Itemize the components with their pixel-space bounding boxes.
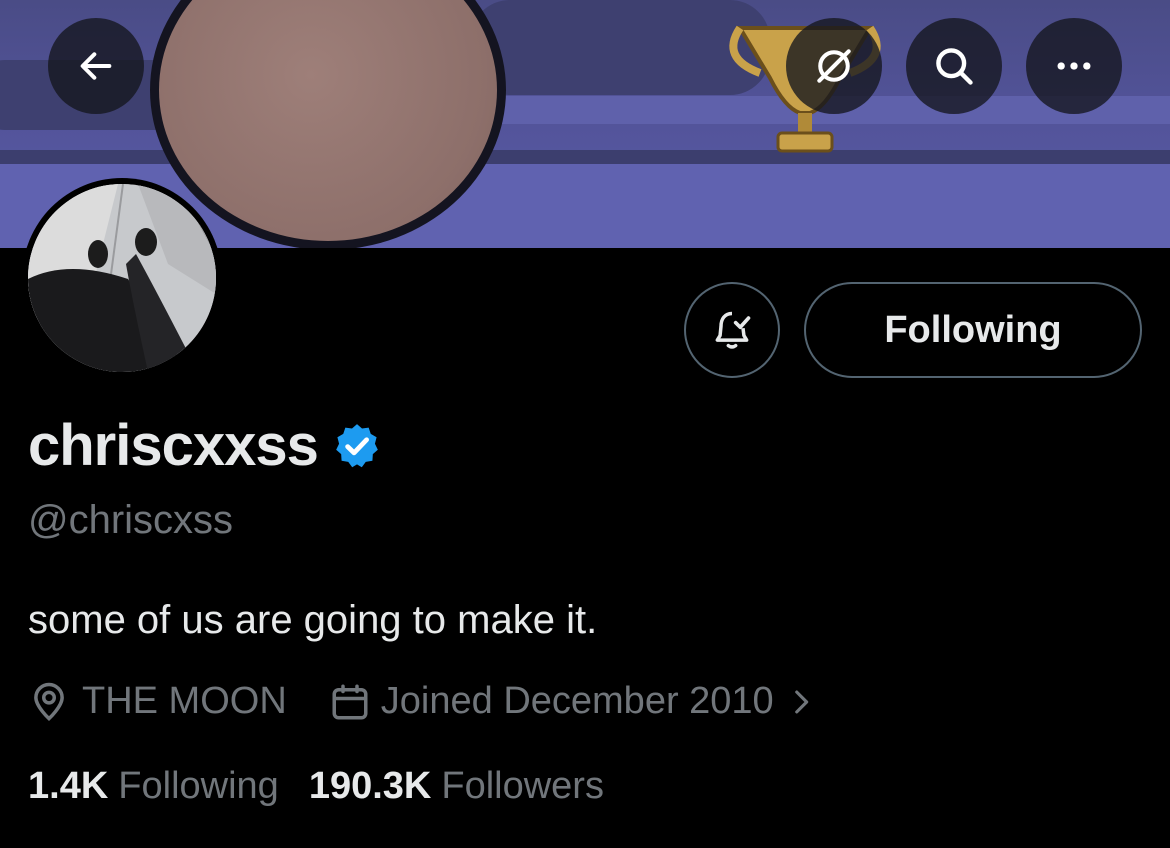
back-button[interactable] [48,18,144,114]
verified-badge-icon[interactable] [332,421,382,471]
followers-stat[interactable]: 190.3K Followers [309,765,604,808]
handle: @chriscxss [28,498,234,542]
followers-count: 190.3K [308,765,432,807]
avatar[interactable] [22,178,222,378]
avatar-image [28,184,216,372]
following-count: 1.4K [28,765,109,807]
location-pin-icon [34,682,64,721]
location: THE MOON [28,680,287,723]
search-button[interactable] [906,18,1002,114]
following-button[interactable]: Following [804,282,1142,378]
following-stat[interactable]: 1.4K Following [28,765,279,808]
chevron-right-icon [794,690,808,713]
joined-text: Joined December 2010 [380,680,774,722]
display-name: chriscxxss [28,413,319,478]
joined-date[interactable]: Joined December 2010 [329,680,818,723]
calendar-icon [332,684,368,719]
bell-check-icon [715,311,751,349]
profile-meta: THE MOON Joined December 2010 [28,680,818,723]
grok-icon [817,49,851,83]
more-button[interactable] [1026,18,1122,114]
location-text: THE MOON [82,680,287,722]
bio: some of us are going to make it. [28,598,598,642]
following-label: Following [118,765,279,807]
followers-label: Followers [441,765,604,807]
grok-button[interactable] [786,18,882,114]
follow-stats: 1.4K Following 190.3K Followers [28,765,604,808]
more-horizontal-icon [1057,62,1091,70]
arrow-left-icon [80,52,112,80]
search-icon [936,48,973,85]
notifications-button[interactable] [684,282,780,378]
name-row: chriscxxss [28,412,382,479]
